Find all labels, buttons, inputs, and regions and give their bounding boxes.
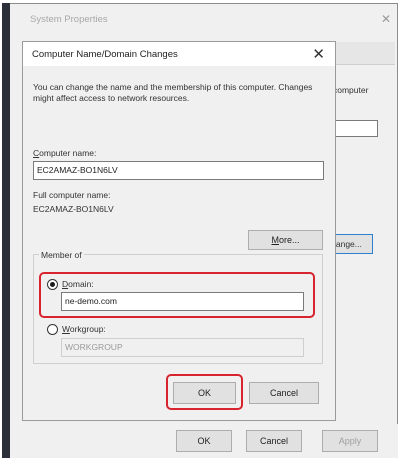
- full-computer-name-label: Full computer name:: [33, 190, 111, 200]
- system-properties-title: System Properties: [30, 14, 108, 25]
- dialog-close-icon[interactable]: ✕: [312, 45, 325, 63]
- dialog-cancel-button[interactable]: Cancel: [249, 382, 319, 404]
- computer-name-input[interactable]: EC2AMAZ-BO1N6LV: [33, 161, 324, 180]
- system-properties-cancel-button[interactable]: Cancel: [246, 430, 302, 452]
- window-left-edge: [2, 3, 10, 458]
- dialog-description: You can change the name and the membersh…: [33, 82, 313, 103]
- system-properties-ok-button[interactable]: OK: [176, 430, 232, 452]
- domain-highlight-box: [39, 272, 315, 318]
- computer-name-label: Computer name:: [33, 148, 97, 158]
- full-computer-name-value: EC2AMAZ-BO1N6LV: [33, 204, 114, 214]
- dialog-title: Computer Name/Domain Changes: [32, 49, 178, 60]
- system-properties-close-icon[interactable]: ✕: [381, 12, 391, 26]
- workgroup-radio[interactable]: [47, 324, 58, 335]
- workgroup-input[interactable]: WORKGROUP: [61, 338, 304, 357]
- system-properties-apply-button[interactable]: Apply: [322, 430, 378, 452]
- workgroup-label: Workgroup:: [62, 324, 106, 334]
- more-button[interactable]: More...: [248, 230, 323, 250]
- member-of-label: Member of: [39, 250, 84, 260]
- ok-highlight-box: [166, 374, 243, 410]
- dialog-titlebar: Computer Name/Domain Changes ✕: [23, 42, 335, 66]
- computer-name-domain-changes-dialog: Computer Name/Domain Changes ✕ You can c…: [22, 41, 336, 421]
- system-properties-side-text: computer: [333, 85, 369, 95]
